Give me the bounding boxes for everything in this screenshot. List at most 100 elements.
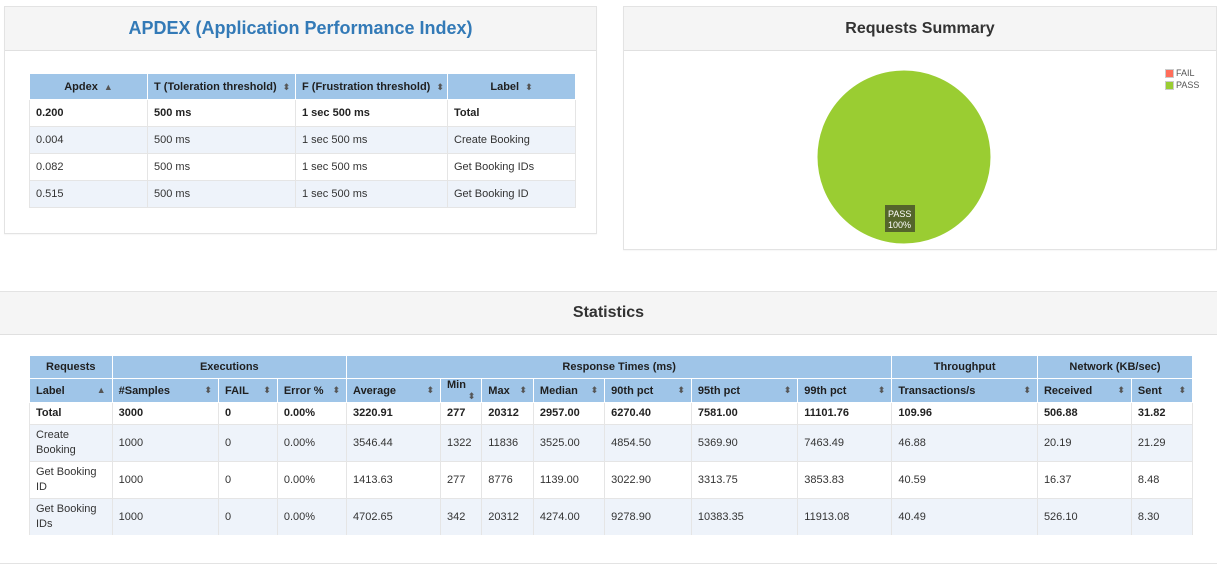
stats-col-95th-pct[interactable]: 95th pct ⬍: [690, 378, 799, 403]
stats-col-received[interactable]: Received ⬍: [1036, 378, 1132, 403]
table-cell: 500 ms: [147, 126, 296, 154]
legend-item-fail[interactable]: FAIL: [1165, 67, 1199, 79]
table-cell: 1000: [112, 461, 219, 499]
sort-icon: ⬍: [426, 384, 434, 395]
summary-title: Requests Summary: [624, 7, 1216, 51]
table-row: Total 3000 0 0.00% 3220.91 277 20312 2957.00 627…: [29, 402, 1194, 425]
stats-col-label[interactable]: Label ▲: [29, 378, 113, 403]
column-label: #Samples: [118, 384, 170, 397]
group-header-response-times-ms: Response Times (ms): [346, 355, 893, 379]
pie-label-name: PASS: [888, 209, 911, 219]
table-cell: 1 sec 500 ms: [295, 153, 448, 181]
table-cell: 3546.44: [346, 424, 441, 462]
table-cell: 8.48: [1131, 461, 1194, 499]
table-row: 0.515 500 ms 1 sec 500 ms Get Booking ID: [29, 180, 576, 208]
sort-icon: ⬍: [877, 384, 886, 395]
legend-label: PASS: [1176, 80, 1200, 90]
table-cell: 0: [218, 424, 278, 462]
stats-col-sent[interactable]: Sent ⬍: [1130, 378, 1194, 403]
legend-swatch: [1165, 68, 1174, 78]
sort-icon: ⬍: [263, 384, 271, 395]
requests-pie-chart: PASS100%: [816, 69, 992, 245]
sort-icon: ▲: [96, 384, 106, 395]
sort-icon: ⬍: [436, 81, 444, 92]
stats-col-average[interactable]: Average ⬍: [346, 378, 441, 403]
table-cell: 11836: [481, 424, 534, 462]
table-cell: 20.19: [1037, 424, 1132, 462]
apdex-col-label[interactable]: Label ⬍: [447, 73, 576, 100]
apdex-panel: APDEX (Application Performance Index) Ap…: [4, 6, 597, 234]
table-cell: 0.00%: [277, 498, 348, 535]
table-cell: 0.200: [29, 99, 148, 127]
column-label: Transactions/s: [898, 384, 976, 397]
table-row: Get Booking ID 1000 0 0.00% 1413.63 277 8776 11…: [29, 461, 1194, 499]
table-cell: Get Booking ID: [29, 461, 113, 499]
table-cell: 20312: [481, 498, 534, 535]
apdex-col-apdex[interactable]: Apdex ▲: [29, 73, 148, 100]
table-cell: 5369.90: [691, 424, 799, 462]
statistics-title: Statistics: [0, 292, 1217, 335]
sort-icon: ⬍: [1023, 384, 1031, 395]
column-label: F (Frustration threshold): [302, 80, 431, 93]
table-cell: 3220.91: [346, 402, 441, 425]
stats-col-max[interactable]: Max ⬍: [481, 378, 534, 403]
table-cell: 1 sec 500 ms: [295, 126, 448, 154]
stats-col-min[interactable]: Min ⬍: [439, 378, 483, 403]
stats-col-99th-pct[interactable]: 99th pct ⬍: [797, 378, 893, 403]
table-cell: Get Booking ID: [447, 180, 576, 208]
table-cell: 0.515: [29, 180, 148, 208]
table-cell: 2957.00: [533, 402, 606, 425]
stats-col-error[interactable]: Error % ⬍: [276, 378, 348, 403]
sort-icon: ⬍: [783, 384, 792, 395]
stats-col-fail[interactable]: FAIL ⬍: [217, 378, 278, 403]
column-label: Average: [353, 384, 397, 397]
group-header-throughput: Throughput: [891, 355, 1038, 379]
legend-item-pass[interactable]: PASS: [1165, 79, 1199, 91]
stats-col-samples[interactable]: #Samples ⬍: [111, 378, 219, 403]
table-cell: 1322: [440, 424, 483, 462]
column-label: Label: [36, 384, 65, 397]
sort-icon: ⬍: [332, 384, 341, 395]
table-cell: 40.59: [891, 461, 1038, 499]
table-cell: 0: [218, 461, 278, 499]
table-cell: 500 ms: [147, 180, 296, 208]
pie-label-percent: 100%: [888, 220, 911, 230]
legend-swatch: [1165, 80, 1174, 90]
apdex-title: APDEX (Application Performance Index): [5, 7, 596, 51]
table-cell: 11101.76: [797, 402, 893, 425]
apdex-table: Apdex ▲ T (Toleration threshold) ⬍ F (Frustr…: [29, 73, 576, 208]
sort-icon: ⬍: [590, 384, 599, 395]
table-cell: 21.29: [1131, 424, 1194, 462]
sort-icon: ⬍: [204, 384, 212, 395]
table-cell: 506.88: [1037, 402, 1132, 425]
apdex-col-f-frustration-threshold[interactable]: F (Frustration threshold) ⬍: [295, 73, 448, 100]
table-cell: 7581.00: [691, 402, 799, 425]
pie-legend: FAIL PASS: [1165, 67, 1199, 91]
table-cell: 6270.40: [604, 402, 692, 425]
table-cell: 1 sec 500 ms: [295, 180, 448, 208]
sort-icon: ⬍: [1117, 384, 1125, 395]
table-cell: 1000: [112, 498, 219, 535]
table-cell: Get Booking IDs: [29, 498, 113, 535]
table-cell: 31.82: [1131, 402, 1194, 425]
table-cell: 0.004: [29, 126, 148, 154]
table-row: Create Booking 1000 0 0.00% 3546.44 1322 11836…: [29, 424, 1194, 462]
sort-icon: ⬍: [525, 81, 533, 92]
column-label: FAIL: [224, 384, 249, 397]
table-cell: 277: [440, 402, 483, 425]
group-header-network-kb-sec: Network (KB/sec): [1036, 355, 1194, 379]
stats-col-median[interactable]: Median ⬍: [532, 378, 606, 403]
apdex-col-t-toleration-threshold[interactable]: T (Toleration threshold) ⬍: [147, 73, 296, 100]
stats-col-transactions-s[interactable]: Transactions/s ⬍: [891, 378, 1038, 403]
table-cell: Get Booking IDs: [447, 153, 576, 181]
table-cell: 11913.08: [797, 498, 893, 535]
table-cell: 4702.65: [346, 498, 441, 535]
table-cell: 8.30: [1131, 498, 1194, 535]
table-row: Get Booking IDs 1000 0 0.00% 4702.65 342 20312…: [29, 498, 1194, 535]
column-label: Error %: [283, 384, 324, 397]
stats-col-90th-pct[interactable]: 90th pct ⬍: [604, 378, 692, 403]
pie-slice-label: PASS100%: [885, 205, 915, 232]
sort-icon: ⬍: [677, 384, 685, 395]
column-label: Received: [1043, 384, 1093, 397]
table-row: 0.004 500 ms 1 sec 500 ms Create Booking: [29, 126, 576, 154]
